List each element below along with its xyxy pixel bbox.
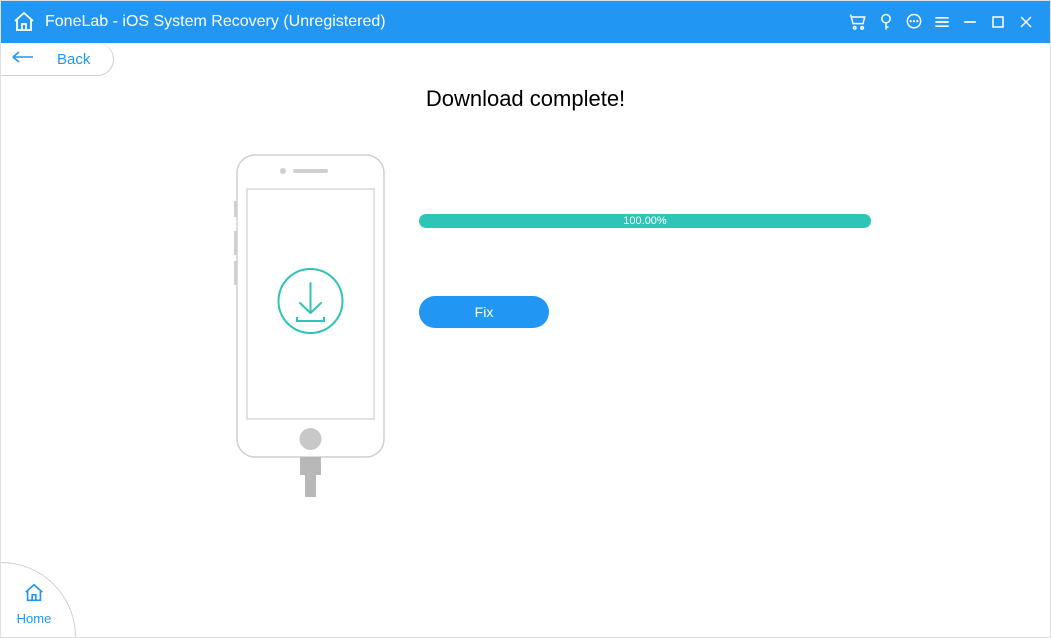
app-title: FoneLab - iOS System Recovery (Unregiste… <box>45 13 386 31</box>
progress-percent: 100.00% <box>419 214 871 228</box>
progress-bar: 100.00% <box>419 214 871 228</box>
back-button[interactable]: Back <box>1 43 114 76</box>
status-headline: Download complete! <box>1 86 1050 112</box>
close-icon[interactable] <box>1012 8 1040 36</box>
app-home-icon <box>11 9 37 35</box>
feedback-icon[interactable] <box>900 8 928 36</box>
phone-illustration <box>233 151 388 506</box>
maximize-icon[interactable] <box>984 8 1012 36</box>
home-icon <box>22 582 46 609</box>
progress-bar-container: 100.00% <box>419 214 871 228</box>
fix-button[interactable]: Fix <box>419 296 549 328</box>
back-label: Back <box>57 51 90 68</box>
menu-icon[interactable] <box>928 8 956 36</box>
back-arrow-icon <box>11 49 37 70</box>
titlebar: FoneLab - iOS System Recovery (Unregiste… <box>1 1 1050 43</box>
home-label: Home <box>17 611 52 626</box>
minimize-icon[interactable] <box>956 8 984 36</box>
main-content: Download complete! 100 <box>1 76 1050 637</box>
cart-icon[interactable] <box>844 8 872 36</box>
key-icon[interactable] <box>872 8 900 36</box>
